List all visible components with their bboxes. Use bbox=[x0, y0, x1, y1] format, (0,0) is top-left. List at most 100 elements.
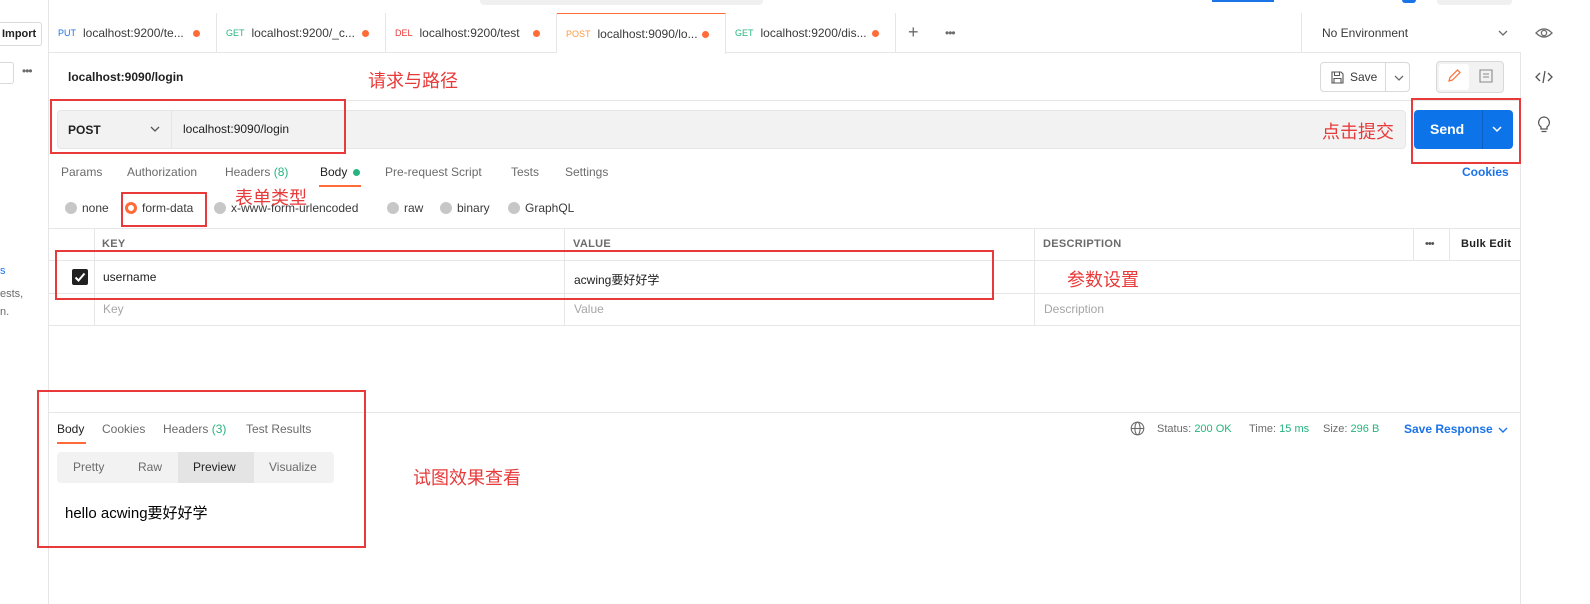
tab-params[interactable]: Params bbox=[61, 165, 102, 179]
size-info[interactable]: Size: 296 B bbox=[1323, 423, 1379, 435]
request-title[interactable]: localhost:9090/login bbox=[68, 70, 183, 84]
tab-url: localhost:9200/te... bbox=[83, 26, 184, 40]
tab-more-icon[interactable]: ••• bbox=[945, 26, 956, 40]
top-search-bar[interactable] bbox=[480, 0, 763, 5]
radio-circle-icon bbox=[508, 202, 520, 214]
annotation-request-path: 请求与路径 bbox=[368, 71, 458, 91]
save-button[interactable]: Save bbox=[1320, 62, 1410, 92]
request-tab-active[interactable]: POST localhost:9090/lo... bbox=[557, 13, 726, 54]
table-more-icon[interactable]: ••• bbox=[1425, 238, 1435, 250]
radio-graphql[interactable]: GraphQL bbox=[508, 201, 574, 215]
radio-circle-icon bbox=[65, 202, 77, 214]
lightbulb-icon[interactable] bbox=[1536, 116, 1552, 134]
annotation-view: 试图效果查看 bbox=[413, 468, 521, 488]
request-tab[interactable]: GET localhost:9200/dis... bbox=[726, 13, 896, 53]
globe-icon[interactable] bbox=[1130, 421, 1145, 436]
tab-prerequest-script[interactable]: Pre-request Script bbox=[385, 165, 482, 179]
document-icon[interactable] bbox=[1479, 69, 1493, 83]
radio-label: binary bbox=[457, 201, 490, 215]
unsaved-dot-icon bbox=[533, 30, 540, 37]
save-icon bbox=[1331, 70, 1344, 84]
unsaved-dot-icon bbox=[193, 30, 200, 37]
annotation-submit: 点击提交 bbox=[1322, 122, 1394, 142]
tab-method: POST bbox=[566, 29, 591, 39]
top-avatar[interactable] bbox=[1402, 0, 1416, 3]
time-label: Time: bbox=[1249, 423, 1277, 435]
right-rail bbox=[1520, 53, 1568, 604]
tab-url: localhost:9090/lo... bbox=[597, 27, 698, 41]
tab-body[interactable]: Body bbox=[320, 165, 347, 179]
tab-authorization[interactable]: Authorization bbox=[127, 165, 197, 179]
annotation-box-request bbox=[50, 99, 346, 154]
description-placeholder[interactable]: Description bbox=[1044, 302, 1104, 316]
value-placeholder[interactable]: Value bbox=[574, 302, 604, 316]
sidebar-text: n. bbox=[0, 306, 10, 318]
status-value: 200 OK bbox=[1194, 423, 1232, 435]
sidebar-more-icon[interactable]: ••• bbox=[22, 64, 33, 78]
radio-none[interactable]: none bbox=[65, 201, 109, 215]
import-button[interactable]: Import bbox=[0, 22, 42, 46]
tab-method: GET bbox=[735, 28, 754, 38]
top-upgrade-button[interactable] bbox=[1212, 0, 1274, 2]
unsaved-dot-icon bbox=[702, 31, 709, 38]
eye-icon[interactable] bbox=[1535, 26, 1553, 40]
code-icon[interactable] bbox=[1535, 70, 1553, 84]
radio-circle-icon bbox=[440, 202, 452, 214]
radio-label: raw bbox=[404, 201, 424, 215]
tab-method: PUT bbox=[58, 28, 76, 38]
save-response-button[interactable]: Save Response bbox=[1404, 422, 1493, 436]
bulk-edit-button[interactable]: Bulk Edit bbox=[1461, 238, 1511, 250]
sidebar-text: ests, bbox=[0, 288, 24, 300]
row-divider bbox=[49, 325, 1520, 326]
status-info[interactable]: Status: 200 OK bbox=[1157, 423, 1232, 435]
active-tab-underline bbox=[319, 185, 361, 187]
radio-circle-icon bbox=[214, 202, 226, 214]
tab-headers-label: Headers bbox=[225, 165, 271, 179]
size-label: Size: bbox=[1323, 423, 1348, 435]
column-header-value: VALUE bbox=[573, 238, 611, 250]
column-header-key: KEY bbox=[102, 238, 126, 250]
radio-circle-icon bbox=[387, 202, 399, 214]
time-info[interactable]: Time: 15 ms bbox=[1249, 423, 1309, 435]
radio-binary[interactable]: binary bbox=[440, 201, 490, 215]
chevron-down-icon[interactable] bbox=[1393, 73, 1405, 83]
unsaved-dot-icon bbox=[362, 30, 369, 37]
column-divider bbox=[1034, 229, 1035, 326]
annotation-box-params bbox=[55, 250, 994, 300]
unsaved-dot-icon bbox=[872, 30, 879, 37]
sidebar-search-input[interactable] bbox=[0, 62, 14, 84]
tab-method: GET bbox=[226, 28, 245, 38]
chevron-down-icon[interactable] bbox=[1497, 28, 1509, 38]
new-tab-plus-icon[interactable]: + bbox=[908, 23, 919, 41]
annotation-box-response bbox=[37, 390, 366, 548]
tab-url: localhost:9200/_c... bbox=[251, 26, 355, 40]
request-tab[interactable]: GET localhost:9200/_c... bbox=[217, 13, 386, 53]
size-value: 296 B bbox=[1350, 423, 1380, 435]
request-tab[interactable]: DEL localhost:9200/test bbox=[386, 13, 557, 53]
tab-headers[interactable]: Headers (8) bbox=[225, 165, 288, 179]
chevron-down-icon[interactable] bbox=[1497, 425, 1509, 435]
tab-url: localhost:9200/test bbox=[419, 26, 520, 40]
radio-label: none bbox=[82, 201, 109, 215]
radio-label: GraphQL bbox=[525, 201, 575, 215]
headers-count: (8) bbox=[273, 165, 289, 179]
save-divider bbox=[1385, 63, 1386, 91]
time-value: 15 ms bbox=[1279, 423, 1310, 435]
tab-method: DEL bbox=[395, 28, 413, 38]
body-status-dot-icon bbox=[353, 169, 360, 176]
sidebar-text: s bbox=[0, 265, 6, 277]
column-header-description: DESCRIPTION bbox=[1043, 238, 1122, 250]
environment-select[interactable]: No Environment bbox=[1301, 13, 1521, 53]
annotation-params: 参数设置 bbox=[1067, 270, 1139, 290]
pencil-icon bbox=[1448, 69, 1461, 82]
tab-settings[interactable]: Settings bbox=[565, 165, 608, 179]
top-account-button[interactable] bbox=[1437, 0, 1512, 5]
cookies-link[interactable]: Cookies bbox=[1462, 165, 1509, 179]
save-label: Save bbox=[1350, 70, 1378, 84]
tab-tests[interactable]: Tests bbox=[511, 165, 539, 179]
request-tab[interactable]: PUT localhost:9200/te... bbox=[49, 13, 217, 53]
radio-raw[interactable]: raw bbox=[387, 201, 423, 215]
key-placeholder[interactable]: Key bbox=[103, 302, 124, 316]
annotation-box-send bbox=[1411, 98, 1521, 164]
column-divider bbox=[1449, 229, 1450, 261]
